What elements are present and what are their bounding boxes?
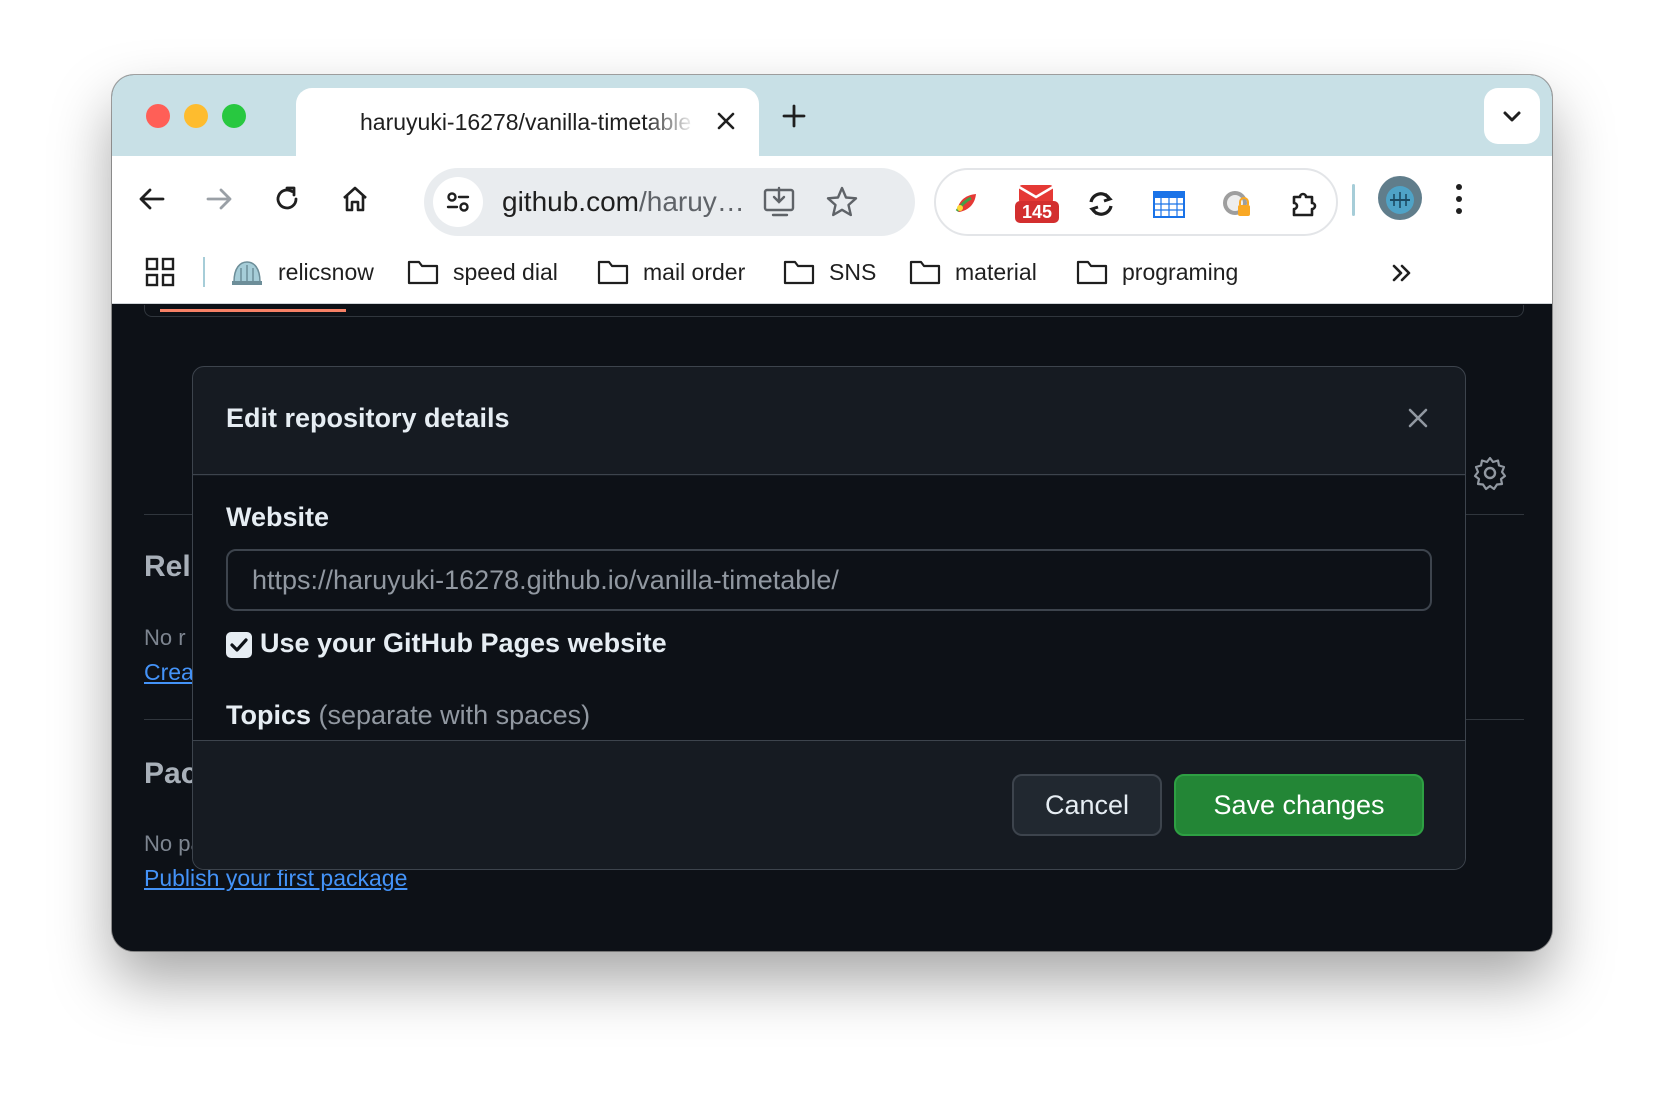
favicon-icon	[232, 261, 262, 285]
extension-lock-icon[interactable]	[1217, 184, 1257, 224]
cancel-button[interactable]: Cancel	[1012, 774, 1162, 836]
url-text[interactable]: github.com/haruy…	[502, 186, 745, 218]
extensions-puzzle-icon[interactable]	[1285, 184, 1325, 224]
bookmark-sns[interactable]: SNS	[783, 252, 876, 292]
folder-icon	[407, 260, 439, 285]
gear-icon[interactable]	[1472, 455, 1508, 491]
use-pages-label[interactable]: Use your GitHub Pages website	[260, 628, 667, 659]
more-bookmarks-icon[interactable]	[1387, 258, 1417, 288]
topics-title: Topics	[226, 700, 312, 730]
active-tab-underline	[160, 309, 346, 312]
gmail-badge-count: 145	[1021, 202, 1053, 222]
apps-grid-icon[interactable]	[144, 256, 176, 288]
bookmark-mail-order[interactable]: mail order	[597, 252, 745, 292]
save-changes-button[interactable]: Save changes	[1174, 774, 1424, 836]
folder-icon	[1076, 260, 1108, 285]
create-release-link[interactable]: Crea	[144, 659, 194, 686]
folder-icon	[597, 260, 629, 285]
tab-search-button[interactable]	[1484, 88, 1540, 144]
releases-heading: Rel	[144, 550, 191, 583]
address-bar[interactable]: github.com/haruy…	[424, 168, 915, 236]
bookmark-relicsnow[interactable]: relicsnow	[230, 252, 374, 292]
url-host: github.com	[502, 186, 639, 217]
browser-window: haruyuki-16278/vanilla-timetable github.…	[112, 75, 1552, 951]
bookmark-star-icon[interactable]	[824, 184, 860, 220]
site-settings-icon[interactable]	[433, 177, 483, 227]
chevron-down-icon	[1503, 111, 1521, 122]
forward-icon[interactable]	[196, 176, 242, 222]
tab-bar: haruyuki-16278/vanilla-timetable	[112, 75, 1552, 156]
minimize-window-button[interactable]	[184, 104, 208, 128]
bookmark-label: programing	[1122, 258, 1239, 285]
tab-strip-frame	[144, 305, 1524, 317]
bookmark-speed-dial[interactable]: speed dial	[407, 252, 558, 292]
new-tab-icon[interactable]	[777, 99, 811, 133]
bookmark-label: relicsnow	[278, 258, 374, 285]
extension-gmail-icon[interactable]: 145	[1013, 184, 1061, 224]
releases-text: No r	[144, 625, 186, 650]
maximize-window-button[interactable]	[222, 104, 246, 128]
website-label: Website	[226, 502, 330, 532]
bookmark-label: mail order	[643, 258, 746, 285]
bookmark-label: SNS	[829, 258, 877, 285]
folder-icon	[783, 260, 815, 285]
url-path: /haruy…	[638, 186, 745, 217]
website-input[interactable]	[226, 549, 1432, 611]
checkmark-icon	[230, 638, 248, 652]
bookmarks-bar: relicsnow speed dial mail order SNS mate…	[112, 242, 1552, 304]
tab-title: haruyuki-16278/vanilla-timetable	[360, 109, 692, 135]
reload-icon[interactable]	[264, 176, 310, 222]
topics-label: Topics (separate with spaces)	[226, 700, 590, 731]
bookmark-separator	[203, 257, 205, 287]
install-app-icon[interactable]	[762, 184, 798, 220]
bookmark-label: material	[955, 258, 1037, 285]
browser-toolbar: github.com/haruy… 145	[112, 156, 1552, 242]
kebab-menu-icon[interactable]	[1444, 180, 1474, 218]
bookmark-material[interactable]: material	[909, 252, 1037, 292]
bookmark-programing[interactable]: programing	[1076, 252, 1238, 292]
dialog-header: Edit repository details	[193, 367, 1465, 475]
dialog-footer: Cancel Save changes	[193, 740, 1465, 869]
edit-repository-dialog: Edit repository details Website Use your…	[192, 366, 1466, 870]
tab-active[interactable]: haruyuki-16278/vanilla-timetable	[296, 88, 759, 156]
close-icon[interactable]	[1401, 401, 1435, 435]
close-window-button[interactable]	[146, 104, 170, 128]
extension-sync-icon[interactable]	[1081, 184, 1121, 224]
topics-hint: (separate with spaces)	[318, 700, 591, 730]
use-pages-checkbox[interactable]	[226, 632, 252, 658]
home-icon[interactable]	[332, 176, 378, 222]
toolbar-separator	[1352, 184, 1355, 216]
page-content: Rel No r Crea Pac No packages published …	[112, 305, 1552, 951]
extension-leaf-icon[interactable]	[946, 184, 986, 224]
tab-close-icon[interactable]	[710, 105, 742, 137]
extension-calendar-icon[interactable]	[1149, 184, 1189, 224]
extensions-group: 145	[934, 168, 1338, 236]
folder-icon	[909, 260, 941, 285]
profile-avatar[interactable]	[1378, 176, 1422, 220]
dialog-title: Edit repository details	[226, 403, 510, 433]
dialog-body: Website Use your GitHub Pages website To…	[193, 476, 1465, 740]
bookmark-label: speed dial	[453, 258, 558, 285]
packages-heading: Pac	[144, 757, 198, 790]
back-icon[interactable]	[129, 176, 175, 222]
